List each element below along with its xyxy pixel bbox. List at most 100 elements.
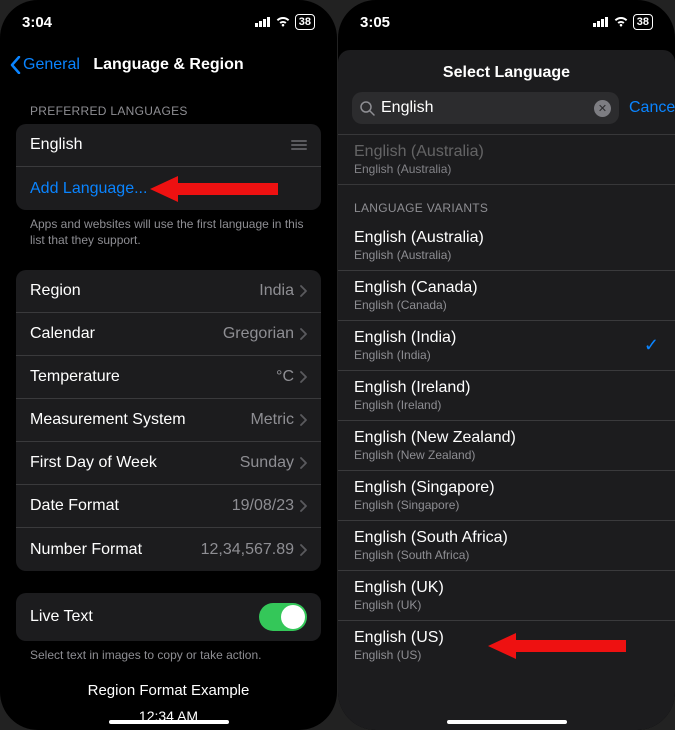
chevron-right-icon bbox=[300, 414, 307, 426]
settings-label: First Day of Week bbox=[30, 454, 157, 472]
region-settings-group: Region India Calendar Gregorian Temperatur… bbox=[16, 270, 321, 571]
variant-subtitle: English (South Africa) bbox=[354, 548, 508, 562]
wifi-icon bbox=[275, 14, 291, 31]
language-variant-row[interactable]: English (Australia)English (Australia) bbox=[338, 221, 675, 271]
status-icons: 38 bbox=[593, 14, 653, 31]
settings-row-calendar[interactable]: Calendar Gregorian bbox=[16, 313, 321, 356]
phone-right-select-language: 3:05 38 Select Language ✕ Cancel bbox=[338, 0, 675, 730]
status-icons: 38 bbox=[255, 14, 315, 31]
variant-title: English (Australia) bbox=[354, 143, 484, 161]
chevron-right-icon bbox=[300, 457, 307, 469]
variant-title: English (Canada) bbox=[354, 279, 478, 297]
chevron-right-icon bbox=[300, 500, 307, 512]
language-variant-row[interactable]: English (Australia) English (Australia) bbox=[338, 134, 675, 185]
example-date: Saturday, 19 August 2023 bbox=[16, 726, 321, 730]
chevron-left-icon bbox=[10, 56, 21, 74]
settings-value: Gregorian bbox=[223, 325, 307, 343]
settings-row-temperature[interactable]: Temperature °C bbox=[16, 356, 321, 399]
add-language-label: Add Language... bbox=[30, 180, 147, 198]
search-row: ✕ Cancel bbox=[338, 92, 675, 134]
language-label: English bbox=[30, 136, 82, 154]
live-text-toggle[interactable] bbox=[259, 603, 307, 631]
search-box[interactable]: ✕ bbox=[352, 92, 619, 124]
variant-subtitle: English (Australia) bbox=[354, 162, 484, 176]
variant-subtitle: English (Singapore) bbox=[354, 498, 495, 512]
variant-title: English (Ireland) bbox=[354, 379, 471, 397]
clear-search-button[interactable]: ✕ bbox=[594, 100, 611, 117]
language-list[interactable]: English (Australia) English (Australia) … bbox=[338, 134, 675, 670]
settings-value: °C bbox=[276, 368, 307, 386]
language-variant-row[interactable]: English (Ireland)English (Ireland) bbox=[338, 371, 675, 421]
variant-subtitle: English (US) bbox=[354, 648, 444, 662]
battery-icon: 38 bbox=[295, 14, 315, 30]
settings-value: 12,34,567.89 bbox=[201, 541, 307, 559]
status-time: 3:04 bbox=[22, 14, 52, 31]
variant-title: English (US) bbox=[354, 629, 444, 647]
variant-title: English (Singapore) bbox=[354, 479, 495, 497]
language-variant-row[interactable]: English (Singapore)English (Singapore) bbox=[338, 471, 675, 521]
variant-title: English (New Zealand) bbox=[354, 429, 516, 447]
variant-title: English (Australia) bbox=[354, 229, 484, 247]
variant-title: English (UK) bbox=[354, 579, 444, 597]
cancel-button[interactable]: Cancel bbox=[629, 99, 675, 117]
back-label: General bbox=[23, 56, 80, 74]
chevron-right-icon bbox=[300, 544, 307, 556]
live-text-group: Live Text bbox=[16, 593, 321, 641]
settings-row-date-format[interactable]: Date Format19/08/23 bbox=[16, 485, 321, 528]
variant-subtitle: English (Australia) bbox=[354, 248, 484, 262]
language-variants-header: LANGUAGE VARIANTS bbox=[338, 185, 675, 221]
settings-value: Sunday bbox=[240, 454, 307, 472]
language-variant-row[interactable]: English (India)English (India) ✓ bbox=[338, 321, 675, 371]
select-language-modal: Select Language ✕ Cancel English (Austra… bbox=[338, 50, 675, 730]
variant-subtitle: English (UK) bbox=[354, 598, 444, 612]
settings-label: Calendar bbox=[30, 325, 95, 343]
variant-title: English (South Africa) bbox=[354, 529, 508, 547]
settings-row-first-day-of-week[interactable]: First Day of Week Sunday bbox=[16, 442, 321, 485]
variant-subtitle: English (Ireland) bbox=[354, 398, 471, 412]
settings-row-number-format[interactable]: Number Format 12,34,567.89 bbox=[16, 528, 321, 571]
status-bar: 3:04 38 bbox=[0, 0, 337, 44]
variant-subtitle: English (India) bbox=[354, 348, 456, 362]
language-variant-row[interactable]: English (New Zealand)English (New Zealan… bbox=[338, 421, 675, 471]
reorder-handle-icon[interactable] bbox=[291, 140, 307, 150]
back-button[interactable]: General bbox=[10, 56, 80, 74]
checkmark-icon: ✓ bbox=[644, 335, 659, 356]
settings-label: Temperature bbox=[30, 368, 120, 386]
nav-bar: General Language & Region bbox=[0, 44, 337, 86]
chevron-right-icon bbox=[300, 371, 307, 383]
settings-row-region[interactable]: Region India bbox=[16, 270, 321, 313]
language-variant-row[interactable]: English (US)English (US) bbox=[338, 621, 675, 670]
status-bar: 3:05 38 bbox=[338, 0, 675, 44]
settings-row-measurement-system[interactable]: Measurement SystemMetric bbox=[16, 399, 321, 442]
variant-subtitle: English (New Zealand) bbox=[354, 448, 516, 462]
preferred-languages-footnote: Apps and websites will use the first lan… bbox=[16, 210, 321, 248]
cellular-icon bbox=[255, 14, 271, 31]
add-language-row[interactable]: Add Language... bbox=[16, 167, 321, 210]
settings-label: Number Format bbox=[30, 541, 142, 559]
chevron-right-icon bbox=[300, 328, 307, 340]
language-variant-row[interactable]: English (Canada)English (Canada) bbox=[338, 271, 675, 321]
language-variant-row[interactable]: English (South Africa)English (South Afr… bbox=[338, 521, 675, 571]
wifi-icon bbox=[613, 14, 629, 31]
live-text-row: Live Text bbox=[16, 593, 321, 641]
live-text-footnote: Select text in images to copy or take ac… bbox=[16, 641, 321, 663]
search-input[interactable] bbox=[381, 99, 588, 117]
example-title: Region Format Example bbox=[16, 680, 321, 701]
preferred-languages-group: English Add Language... bbox=[16, 124, 321, 210]
variant-subtitle: English (Canada) bbox=[354, 298, 478, 312]
search-icon bbox=[360, 101, 375, 116]
settings-value: India bbox=[259, 282, 307, 300]
language-variant-row[interactable]: English (UK)English (UK) bbox=[338, 571, 675, 621]
settings-label: Region bbox=[30, 282, 81, 300]
modal-title: Select Language bbox=[338, 50, 675, 92]
battery-icon: 38 bbox=[633, 14, 653, 30]
chevron-right-icon bbox=[300, 285, 307, 297]
page-title: Language & Region bbox=[93, 56, 243, 74]
variant-title: English (India) bbox=[354, 329, 456, 347]
home-indicator[interactable] bbox=[109, 720, 229, 724]
settings-label: Date Format bbox=[30, 497, 119, 515]
language-row-english[interactable]: English bbox=[16, 124, 321, 167]
home-indicator[interactable] bbox=[447, 720, 567, 724]
status-time: 3:05 bbox=[360, 14, 390, 31]
settings-label: Measurement System bbox=[30, 411, 186, 429]
